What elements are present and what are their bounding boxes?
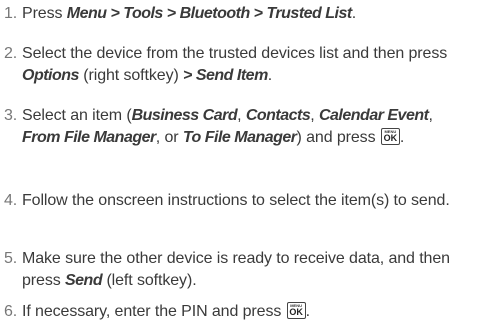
step-number: 6. bbox=[4, 303, 18, 320]
step-number: 2. bbox=[4, 45, 18, 62]
step-text-run: Select an item ( bbox=[22, 107, 132, 124]
step-number: 4. bbox=[4, 192, 18, 209]
menu-ok-key-icon: MENU OK bbox=[380, 128, 400, 145]
menu-path: Menu > Tools > Bluetooth > Trusted List bbox=[66, 5, 352, 22]
step-text-run: (left softkey). bbox=[102, 272, 197, 289]
step-number: 3. bbox=[4, 107, 18, 124]
step-text: Select the device from the trusted devic… bbox=[22, 43, 472, 87]
step-text-run: Select the device from the trusted devic… bbox=[22, 45, 448, 62]
step-text: Make sure the other device is ready to r… bbox=[22, 248, 472, 292]
step-text: Press Menu > Tools > Bluetooth > Trusted… bbox=[22, 3, 472, 25]
step-text-run: . bbox=[267, 67, 273, 84]
step-text-run: , or bbox=[155, 129, 183, 146]
step-4: 4. Follow the onscreen instructions to s… bbox=[4, 190, 472, 212]
options-softkey-label: Options bbox=[22, 67, 79, 84]
step-number: 5. bbox=[4, 250, 18, 267]
step-5: 5. Make sure the other device is ready t… bbox=[4, 248, 472, 292]
step-text-run: ) and press bbox=[296, 129, 380, 146]
step-text-run: . bbox=[399, 129, 405, 146]
step-number: 1. bbox=[4, 5, 18, 22]
step-1: 1. Press Menu > Tools > Bluetooth > Trus… bbox=[4, 3, 472, 25]
calendar-event-label: Calendar Event bbox=[318, 107, 429, 124]
step-text-run: . bbox=[305, 303, 310, 320]
send-item-label: > Send Item bbox=[183, 67, 268, 84]
step-text-run: If necessary, enter the PIN and press bbox=[22, 303, 286, 320]
step-text-run: Press bbox=[22, 5, 67, 22]
send-softkey-label: Send bbox=[64, 272, 103, 289]
to-file-manager-label: To File Manager bbox=[182, 129, 297, 146]
contacts-label: Contacts bbox=[245, 107, 311, 124]
key-ok-text: OK bbox=[383, 133, 398, 143]
step-6: 6. If necessary, enter the PIN and press… bbox=[4, 301, 472, 323]
step-text-run: , bbox=[428, 107, 433, 124]
key-ok-text: OK bbox=[289, 307, 303, 317]
step-text-run: . bbox=[351, 5, 357, 22]
step-text: If necessary, enter the PIN and press ME… bbox=[22, 301, 472, 323]
from-file-manager-label: From File Manager bbox=[22, 129, 156, 146]
step-text-run: (right softkey) bbox=[78, 67, 184, 84]
step-text-run: , bbox=[310, 107, 319, 124]
step-2: 2. Select the device from the trusted de… bbox=[4, 43, 472, 87]
business-card-label: Business Card bbox=[131, 107, 238, 124]
step-3: 3. Select an item (Business Card, Contac… bbox=[4, 105, 472, 149]
step-text-run: , bbox=[237, 107, 246, 124]
step-text: Follow the onscreen instructions to sele… bbox=[22, 192, 450, 209]
step-text: Select an item (Business Card, Contacts,… bbox=[22, 105, 472, 149]
menu-ok-key-icon: MENU OK bbox=[286, 302, 306, 319]
